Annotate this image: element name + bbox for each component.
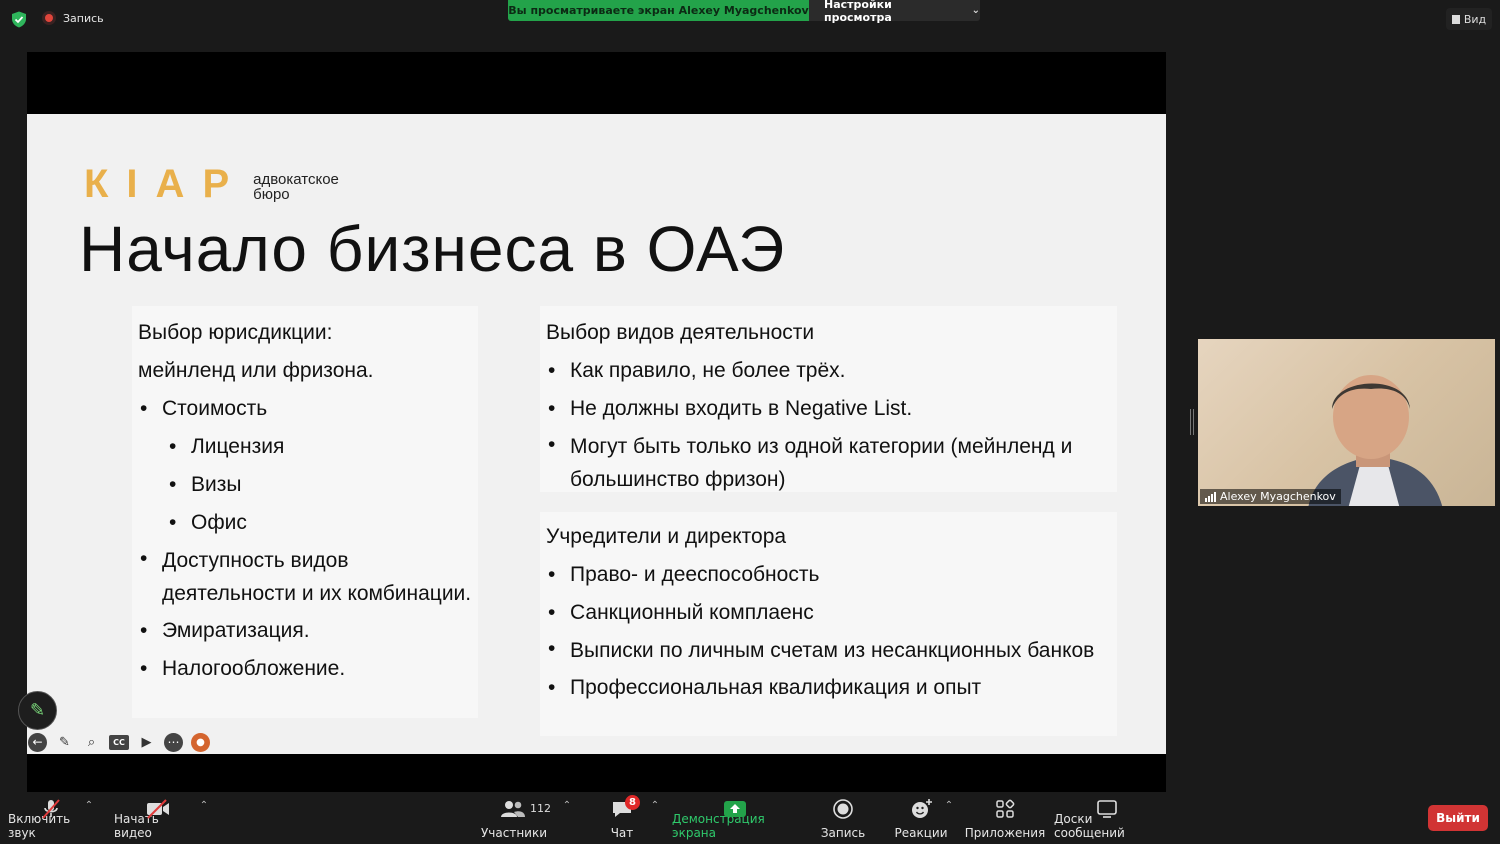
start-video-button[interactable]: Начать видео (114, 792, 200, 844)
list-subitem: Лицензия (138, 428, 478, 466)
list-item: Эмиратизация. (138, 612, 478, 650)
list-item: Профессиональная квалификация и опыт (546, 669, 1117, 707)
participants-count: 112 (530, 802, 551, 815)
view-button-label: Вид (1463, 12, 1487, 26)
list-item: Выписки по личным счетам из несанкционны… (546, 632, 1117, 669)
reactions-icon (912, 799, 932, 818)
list-subitem: Визы (138, 466, 478, 504)
viewing-screen-banner: Вы просматриваете экран Alexey Myagchenk… (508, 0, 809, 21)
chevron-up-icon: ⌃ (562, 800, 572, 811)
record-label: Запись (820, 826, 866, 840)
list-item: Налогообложение. (138, 650, 478, 688)
logo-letter: А (155, 162, 187, 206)
record-dot-icon (42, 11, 56, 25)
presentation-slide: К І А Р адвокатское бюро Начало бизнеса … (27, 114, 1166, 754)
participants-icon (501, 801, 525, 817)
chevron-up-icon: ⌃ (944, 800, 954, 811)
chat-options-caret[interactable]: ⌃ (648, 792, 662, 844)
record-button[interactable]: Запись (818, 792, 868, 844)
activities-box: Выбор видов деятельности Как правило, не… (540, 306, 1117, 492)
captions-icon[interactable]: CC (109, 734, 129, 750)
video-options-caret[interactable]: ⌃ (197, 792, 211, 844)
annotate-pen-button[interactable]: ✎ (18, 691, 57, 730)
share-screen-icon (724, 801, 746, 817)
box-heading: Выбор юрисдикции: (138, 321, 333, 344)
box-heading: мейнленд или фризона. (138, 359, 374, 382)
video-camera-off-icon (147, 799, 169, 819)
pencil-icon: ✎ (29, 700, 46, 721)
reactions-options-caret[interactable]: ⌃ (942, 792, 956, 844)
view-settings-button[interactable]: Настройки просмотра ⌄ (809, 0, 980, 24)
participants-button[interactable]: 112 Участники (480, 792, 551, 844)
whiteboards-button[interactable]: Доски сообщений (1054, 792, 1160, 844)
chevron-up-icon: ⌃ (84, 800, 94, 811)
list-item: Санкционный комплаенс (546, 594, 1117, 632)
chevron-up-icon: ⌃ (650, 800, 660, 811)
chevron-up-icon: ⌃ (199, 800, 209, 811)
back-arrow-icon[interactable]: ← (28, 732, 47, 752)
view-button[interactable]: Вид (1446, 8, 1492, 30)
list-item: Как правило, не более трёх. (546, 352, 1117, 390)
list-subitem: Офис (138, 504, 478, 542)
shared-screen: К І А Р адвокатское бюро Начало бизнеса … (27, 52, 1166, 792)
participant-name-tag: Alexey Myagchenkov (1200, 489, 1341, 504)
view-settings-label: Настройки просмотра (824, 0, 892, 24)
founders-box: Учредители и директора Право- и дееспосо… (540, 512, 1117, 736)
participants-label: Участники (480, 826, 548, 840)
list-item: Стоимость (138, 390, 478, 428)
box-heading: Учредители и директора (546, 525, 787, 548)
reactions-label: Реакции (894, 826, 948, 840)
list-item: Право- и дееспособность (546, 556, 1117, 594)
record-icon (833, 799, 853, 819)
zoom-icon[interactable]: ⌕ (82, 733, 101, 752)
slide-title: Начало бизнеса в ОАЭ (79, 213, 786, 285)
chat-label: Чат (610, 826, 634, 840)
list-item: Доступность видов деятельности и их комб… (138, 542, 478, 612)
reactions-button[interactable]: Реакции (894, 792, 948, 844)
chat-unread-badge: 8 (625, 795, 640, 810)
apps-icon (996, 799, 1015, 818)
view-layout-icon (1451, 14, 1460, 24)
signal-bars-icon (1205, 491, 1216, 502)
shield-icon[interactable] (11, 11, 27, 28)
top-bar: Запись Вы просматриваете экран Alexey My… (0, 0, 1500, 38)
list-item: Не должны входить в Negative List. (546, 390, 1117, 428)
recording-label: Запись (63, 11, 104, 25)
logo-letters: К І А Р (84, 162, 232, 206)
share-screen-button[interactable]: Демонстрация экрана (672, 792, 798, 844)
leave-meeting-button[interactable]: Выйти (1428, 805, 1488, 831)
participant-silhouette (1308, 375, 1443, 506)
stop-annotation-icon[interactable]: ● (191, 732, 210, 752)
list-item: Могут быть только из одной категории (ме… (546, 428, 1117, 498)
kiar-logo: К І А Р адвокатское бюро (84, 162, 339, 206)
microphone-muted-icon (42, 799, 60, 819)
participants-options-caret[interactable]: ⌃ (560, 792, 574, 844)
meeting-controls: Включить звук ⌃ Начать видео ⌃ 112 Участ… (0, 792, 1500, 844)
more-icon[interactable]: ⋯ (164, 732, 183, 752)
apps-label: Приложения (964, 826, 1046, 840)
participant-name: Alexey Myagchenkov (1220, 490, 1336, 503)
apps-button[interactable]: Приложения (964, 792, 1046, 844)
panel-resize-handle[interactable] (1190, 409, 1194, 435)
chevron-down-icon: ⌄ (971, 5, 980, 16)
logo-subtitle-line1: адвокатское (253, 171, 339, 188)
whiteboard-icon (1097, 800, 1117, 818)
logo-subtitle: адвокатское бюро (253, 172, 339, 202)
box-heading: Выбор видов деятельности (546, 321, 815, 344)
chat-button[interactable]: 8 Чат (600, 792, 644, 844)
audio-options-caret[interactable]: ⌃ (82, 792, 96, 844)
annotation-toolbar: ← ✎ ⌕ CC ▶ ⋯ ● (28, 731, 210, 753)
logo-letter: К (84, 162, 111, 206)
logo-subtitle-line2: бюро (253, 186, 290, 203)
logo-letter: Р (202, 162, 232, 206)
participant-video-tile[interactable]: Alexey Myagchenkov (1198, 339, 1495, 506)
recording-indicator[interactable]: Запись (42, 11, 104, 25)
logo-letter: І (126, 162, 140, 206)
video-off-icon[interactable]: ▶ (137, 733, 156, 752)
jurisdiction-box: Выбор юрисдикции: мейнленд или фризона. … (132, 306, 478, 718)
pen-icon[interactable]: ✎ (55, 733, 74, 752)
